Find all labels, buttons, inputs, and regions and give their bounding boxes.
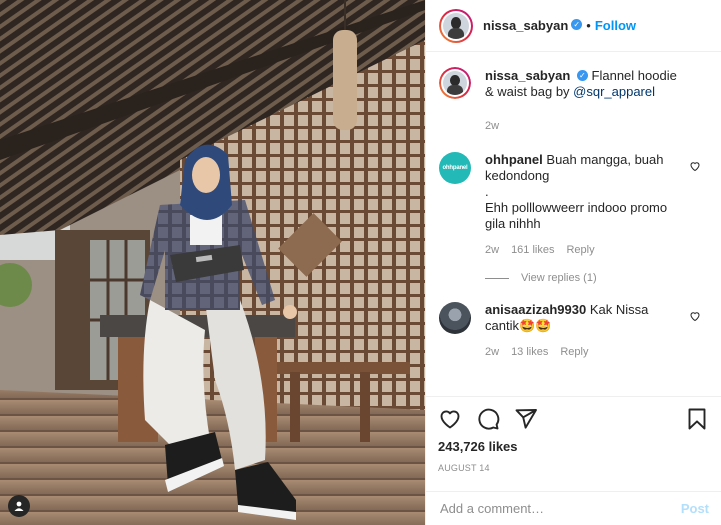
caption-username[interactable]: nissa_sabyan: [485, 68, 570, 83]
post-comment-button[interactable]: Post: [681, 501, 709, 516]
post-header: nissa_sabyan ✓ • Follow: [426, 0, 721, 52]
post-date[interactable]: AUGUST 14: [438, 463, 709, 473]
comment-likes-count[interactable]: 161 likes: [511, 242, 554, 258]
reply-button[interactable]: Reply: [566, 242, 594, 258]
follow-button[interactable]: Follow: [595, 18, 636, 33]
add-comment-bar: Post: [426, 491, 721, 525]
share-icon[interactable]: [514, 407, 538, 431]
comment-time[interactable]: 2w: [485, 242, 499, 258]
commenter-avatar[interactable]: [439, 302, 471, 334]
caption-author-avatar[interactable]: [439, 67, 471, 99]
post-actions: 243,726 likes AUGUST 14: [426, 396, 721, 473]
comment-username[interactable]: ohhpanel: [485, 152, 543, 167]
bookmark-icon[interactable]: [685, 407, 709, 431]
comments-list[interactable]: nissa_sabyan ✓ Flannel hoodie & waist ba…: [426, 53, 721, 395]
post-caption: nissa_sabyan ✓ Flannel hoodie & waist ba…: [439, 67, 705, 134]
comment-username[interactable]: anisaazizah9930: [485, 302, 586, 317]
verified-badge-icon: ✓: [571, 19, 583, 30]
comment-text-line: .: [485, 184, 489, 199]
caption-time[interactable]: 2w: [485, 118, 499, 134]
user-tag-icon[interactable]: [8, 495, 30, 517]
post-photo-illustration: [0, 0, 425, 525]
view-replies-divider: [485, 277, 509, 279]
heart-icon[interactable]: [438, 407, 462, 431]
view-replies-button[interactable]: View replies (1): [485, 272, 705, 284]
post-side-panel: nissa_sabyan ✓ • Follow nissa_sabyan ✓ F…: [425, 0, 721, 525]
comment-input[interactable]: [440, 501, 681, 516]
comment-time[interactable]: 2w: [485, 344, 499, 360]
comment-text-line: Ehh polllowweerr indooo promo gila nihhh: [485, 200, 668, 231]
comment-like-heart-icon[interactable]: [689, 310, 701, 322]
comment-likes-count[interactable]: 13 likes: [511, 344, 548, 360]
comment-icon[interactable]: [476, 407, 500, 431]
post-photo[interactable]: [0, 0, 425, 525]
comment-like-heart-icon[interactable]: [689, 160, 701, 172]
verified-badge-icon: ✓: [576, 70, 588, 82]
commenter-avatar[interactable]: ohhpanel: [439, 152, 471, 184]
header-separator: •: [586, 18, 591, 33]
reply-button[interactable]: Reply: [560, 344, 588, 360]
view-replies-label: View replies (1): [521, 272, 597, 284]
action-bar: [438, 405, 709, 433]
comment-item: ohhpanel ohhpanel Buah mangga, buah kedo…: [439, 152, 705, 258]
author-username[interactable]: nissa_sabyan: [483, 18, 568, 33]
likes-count[interactable]: 243,726 likes: [438, 439, 709, 454]
caption-mention-link[interactable]: @sqr_apparel: [573, 84, 655, 99]
author-avatar[interactable]: [439, 8, 473, 43]
comment-item: anisaazizah9930 Kak Nissa cantik🤩🤩 2w 13…: [439, 302, 705, 360]
